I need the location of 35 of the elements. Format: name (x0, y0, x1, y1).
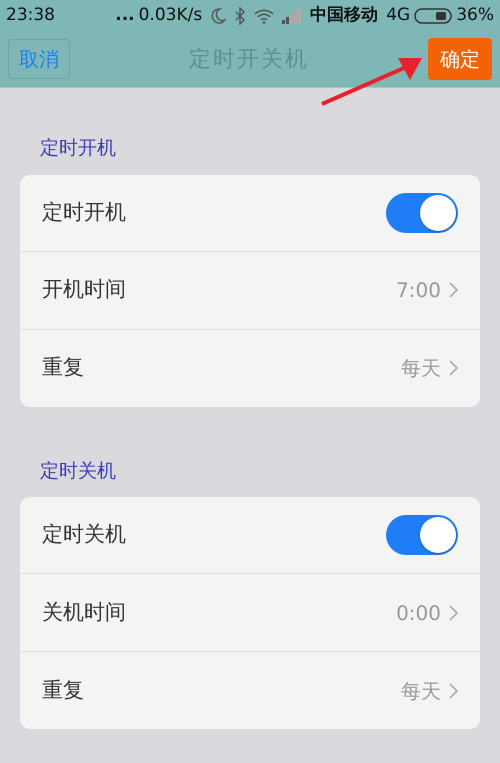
row-value: 每天 (401, 355, 441, 382)
row-value: 0:00 (396, 600, 441, 626)
chevron-right-icon (449, 282, 458, 298)
row-label: 定时开机 (42, 198, 126, 226)
section-title: 定时开机 (39, 136, 117, 161)
toggle-switch[interactable] (386, 192, 458, 232)
signal-icon (282, 8, 302, 24)
row-value: 每天 (401, 678, 441, 704)
network-speed: 0.03K/s (138, 4, 202, 27)
chevron-right-icon (449, 682, 458, 698)
wifi-icon (254, 8, 274, 24)
chevron-right-icon (449, 604, 458, 620)
settings-row[interactable]: 开机时间 7:00 (20, 250, 480, 328)
settings-row[interactable]: 重复 每天 (20, 328, 480, 406)
status-dots: ... (115, 4, 135, 27)
settings-row[interactable]: 重复 每天 (20, 651, 480, 729)
network-type: 4G (386, 4, 410, 27)
row-label: 重复 (42, 354, 84, 382)
row-value: 7:00 (396, 277, 441, 304)
row-label: 定时关机 (42, 521, 126, 548)
settings-row[interactable]: 定时开机 (20, 174, 480, 250)
bluetooth-icon (234, 6, 246, 24)
battery-icon (414, 8, 452, 24)
toggle-switch[interactable] (386, 515, 458, 555)
section-title: 定时关机 (39, 458, 117, 484)
moon-icon (210, 6, 226, 24)
row-label: 开机时间 (42, 276, 126, 304)
row-label: 关机时间 (42, 598, 126, 626)
settings-row[interactable]: 关机时间 0:00 (20, 573, 480, 651)
chevron-right-icon (449, 360, 458, 376)
carrier-name: 中国移动 (310, 4, 378, 27)
settings-row[interactable]: 定时关机 (20, 497, 480, 573)
status-time: 23:38 (6, 4, 55, 27)
battery-percent: 36% (456, 4, 494, 27)
row-label: 重复 (42, 676, 84, 704)
